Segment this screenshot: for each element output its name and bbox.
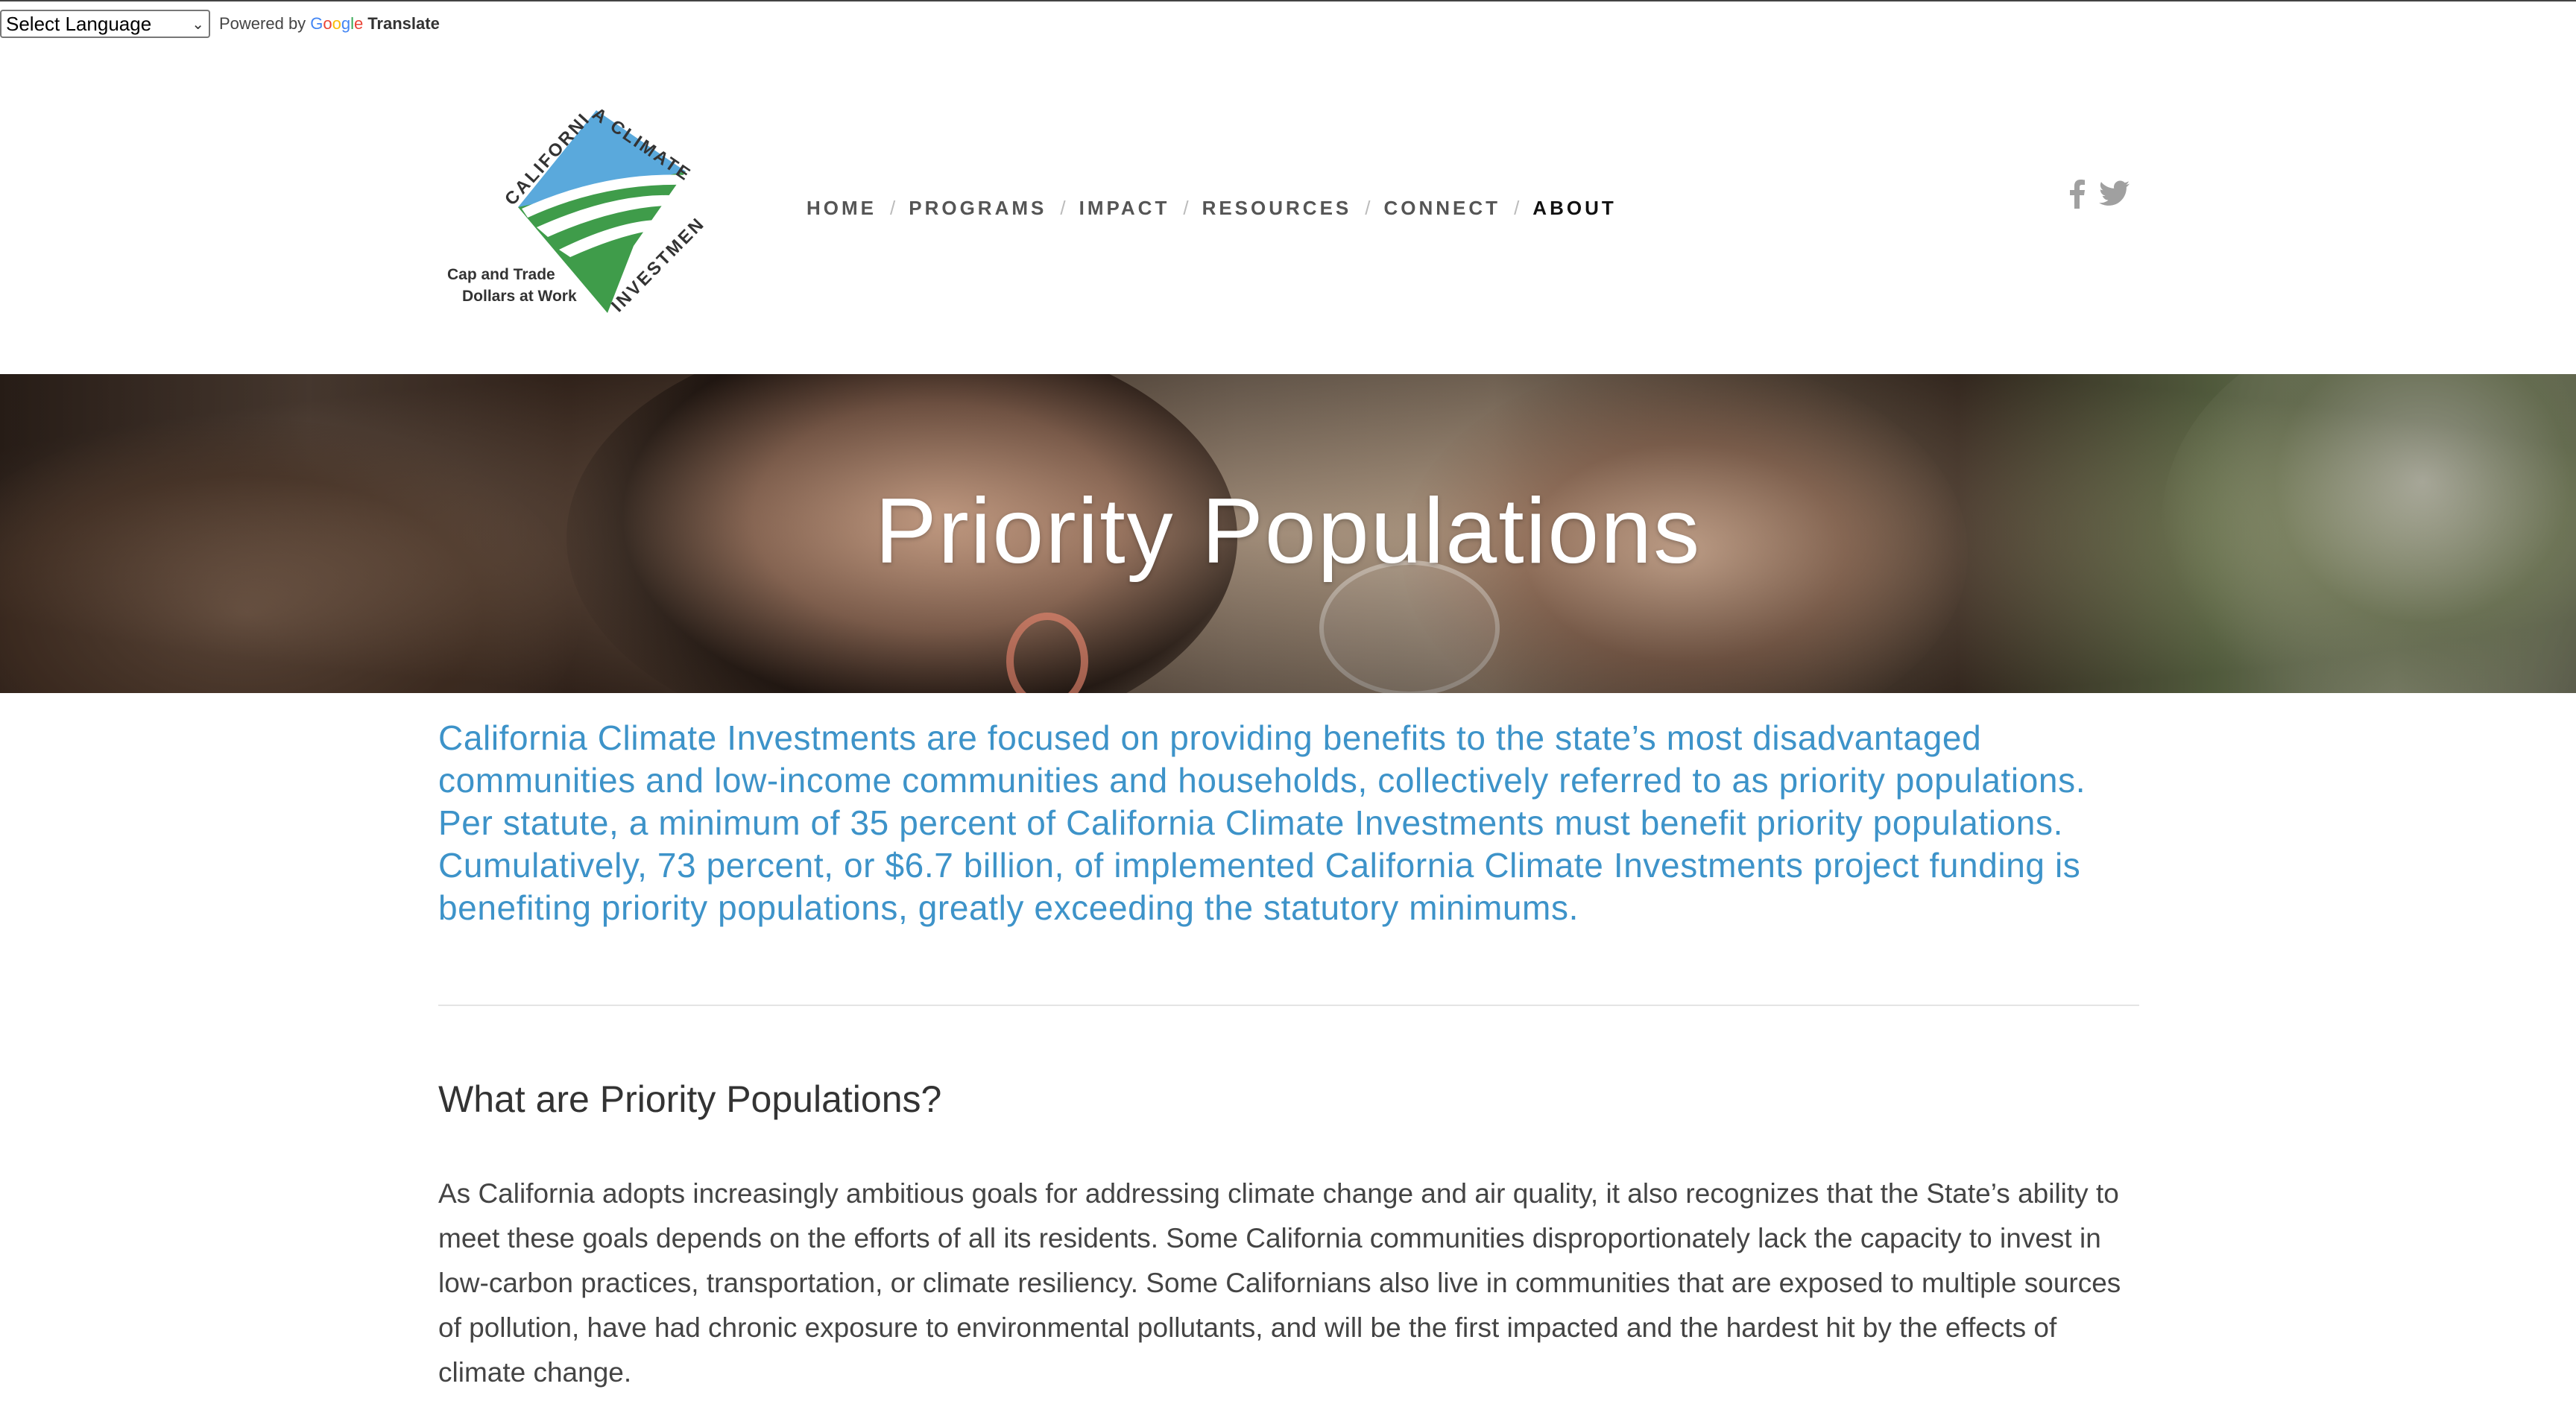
california-climate-investments-logo: CALIFORNIA CLIMATE INVESTMENTS Cap and T… [432,81,707,316]
nav-impact[interactable]: IMPACT [1079,197,1170,220]
google-logo: Google [310,14,364,33]
hero-banner: Priority Populations [0,374,2576,693]
powered-by-label: Powered by [219,14,306,33]
facebook-link[interactable] [2069,179,2086,209]
logo-tagline-2: Dollars at Work [462,288,577,305]
nav-connect[interactable]: CONNECT [1384,197,1501,220]
nav-separator: / [890,197,896,219]
social-links [2069,179,2130,209]
chevron-down-icon: ⌄ [192,16,204,33]
nav-programs[interactable]: PROGRAMS [909,197,1046,220]
nav-about[interactable]: ABOUT [1532,197,1616,220]
facebook-icon [2070,180,2085,209]
language-select[interactable]: Select Language ⌄ [0,10,210,38]
top-border [0,0,2576,1]
nav-separator: / [1365,197,1371,219]
main-navigation: HOME / PROGRAMS / IMPACT / RESOURCES / C… [806,197,1617,220]
logo-tagline-1: Cap and Trade [447,266,555,283]
section-body: As California adopts increasingly ambiti… [438,1178,2121,1388]
nav-resources[interactable]: RESOURCES [1202,197,1352,220]
intro-paragraph: California Climate Investments are focus… [438,718,2086,927]
nav-separator: / [1060,197,1066,219]
translate-link[interactable]: Translate [367,14,440,34]
twitter-link[interactable] [2099,180,2130,207]
language-select-value: Select Language [6,12,152,35]
nav-separator: / [1183,197,1189,219]
page-title: Priority Populations [874,480,1702,583]
google-translate-bar: Select Language ⌄ Powered by Google Tran… [0,9,440,39]
section-divider [438,1005,2139,1006]
section-heading: What are Priority Populations? [438,1078,942,1120]
powered-by-google: Powered by Google Translate [219,14,440,34]
nav-home[interactable]: HOME [806,197,877,220]
site-logo[interactable]: CALIFORNIA CLIMATE INVESTMENTS Cap and T… [432,81,730,328]
twitter-icon [2099,180,2130,206]
nav-separator: / [1514,197,1520,219]
